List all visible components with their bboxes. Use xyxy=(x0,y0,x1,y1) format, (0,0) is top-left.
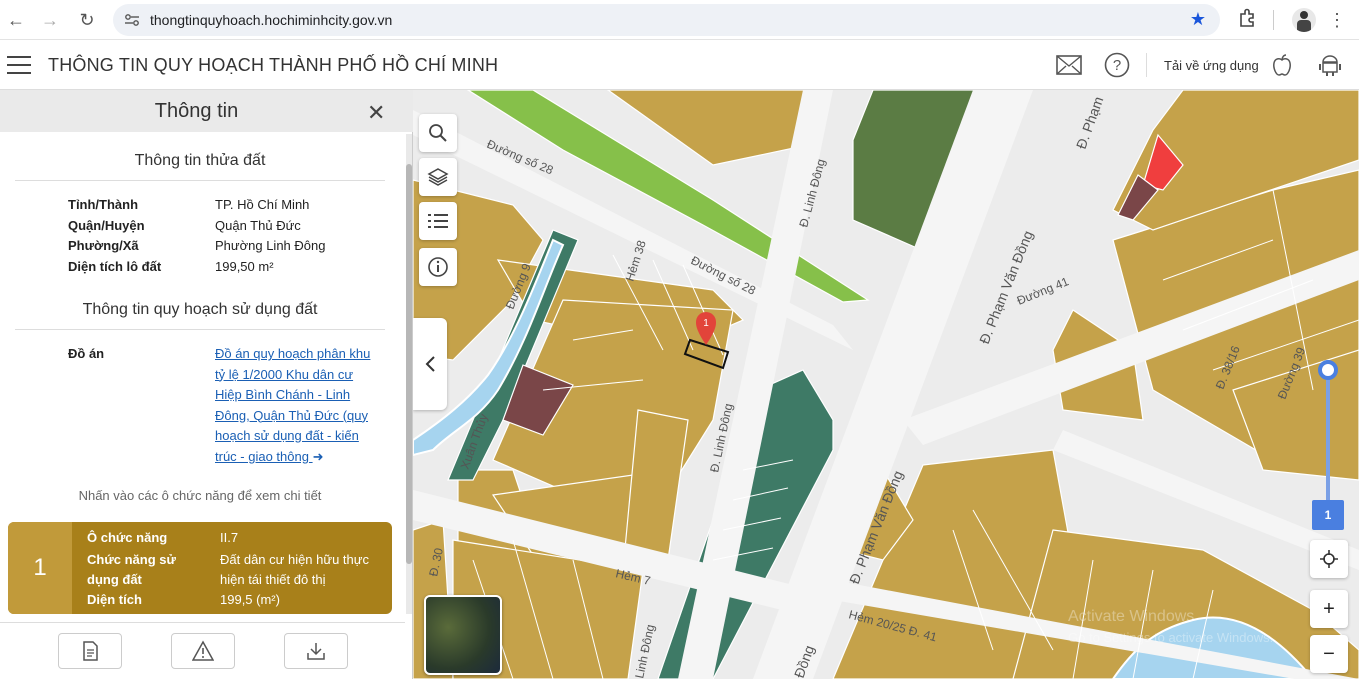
document-icon[interactable] xyxy=(58,633,122,669)
zoom-slider-track[interactable] xyxy=(1326,372,1330,502)
parcel-key: Quận/Huyện xyxy=(68,218,145,233)
arrow-right-icon: ➜ xyxy=(312,448,324,464)
list-icon[interactable] xyxy=(419,202,457,240)
planning-map[interactable]: 1 Đường số 28 Đường số 28 Hẻm 38 Đ. Linh… xyxy=(413,90,1359,679)
plan-key: Đồ án xyxy=(68,346,105,361)
panel-header: Thông tin ✕ xyxy=(0,90,413,132)
function-cell-card[interactable]: 1 Ô chức năng II.7 Chức năng sử dụng đất… xyxy=(8,522,392,614)
card-value: 199,5 (m²) xyxy=(220,592,280,607)
card-key: Ô chức năng xyxy=(87,530,168,545)
download-app-label: Tải về ứng dụng xyxy=(1164,58,1259,73)
info-icon[interactable] xyxy=(419,248,457,286)
close-icon[interactable]: ✕ xyxy=(367,100,385,126)
marker-label: 1 xyxy=(703,318,709,329)
card-key: Chức năng sử dụng đất xyxy=(87,552,176,587)
info-panel: Thông tin ✕ Thông tin thửa đất Tỉnh/Thàn… xyxy=(0,90,413,679)
extensions-icon[interactable] xyxy=(1236,7,1258,29)
plan-section-title: Thông tin quy hoạch sử dụng đất xyxy=(15,301,385,330)
collapse-panel-button[interactable] xyxy=(413,318,447,410)
parcel-value: Quận Thủ Đức xyxy=(215,218,301,233)
help-icon[interactable]: ? xyxy=(1103,51,1131,79)
activate-windows-title: Activate Windows xyxy=(1068,608,1195,625)
site-settings-icon[interactable] xyxy=(124,13,140,27)
browser-menu-icon[interactable]: ⋮ xyxy=(1325,8,1349,32)
search-icon[interactable] xyxy=(419,114,457,152)
parcel-key: Diện tích lô đất xyxy=(68,259,162,274)
parcel-value: TP. Hồ Chí Minh xyxy=(215,197,310,212)
address-bar[interactable]: thongtinquyhoach.hochiminhcity.gov.vn ★ xyxy=(113,4,1220,36)
parcel-key: Tỉnh/Thành xyxy=(68,197,139,212)
parcel-value: 199,50 m² xyxy=(215,259,274,274)
zoom-out-button[interactable]: − xyxy=(1310,635,1348,673)
panel-footer xyxy=(0,622,405,679)
map-canvas[interactable]: 1 Đường số 28 Đường số 28 Hẻm 38 Đ. Linh… xyxy=(413,90,1359,679)
chevron-left-icon xyxy=(425,356,435,372)
parcel-section-title: Thông tin thửa đất xyxy=(15,152,385,181)
bookmark-star-icon[interactable]: ★ xyxy=(1190,9,1206,30)
panel-scrollbar[interactable] xyxy=(406,134,412,614)
app-header: THÔNG TIN QUY HOẠCH THÀNH PHỐ HỒ CHÍ MIN… xyxy=(0,41,1359,90)
parcel-value: Phường Linh Đông xyxy=(215,238,326,253)
android-icon[interactable] xyxy=(1316,51,1344,79)
card-key: Diện tích xyxy=(87,592,142,607)
reload-icon[interactable]: ↻ xyxy=(75,8,99,32)
hint-text: Nhấn vào các ô chức năng để xem chi tiết xyxy=(78,488,322,503)
parcel-key: Phường/Xã xyxy=(68,238,139,253)
profile-avatar[interactable] xyxy=(1292,8,1316,32)
download-icon[interactable] xyxy=(284,633,348,669)
page-title: THÔNG TIN QUY HOẠCH THÀNH PHỐ HỒ CHÍ MIN… xyxy=(48,55,499,75)
url-text[interactable]: thongtinquyhoach.hochiminhcity.gov.vn xyxy=(150,12,392,28)
satellite-minimap[interactable] xyxy=(424,595,502,675)
activate-windows-subtitle: Go to Settings to activate Windows. xyxy=(1068,630,1274,645)
locate-icon[interactable] xyxy=(1310,540,1348,578)
header-divider xyxy=(1146,53,1147,77)
apple-icon[interactable] xyxy=(1268,51,1296,79)
warning-icon[interactable] xyxy=(171,633,235,669)
toolbar-divider xyxy=(1273,10,1274,30)
back-icon[interactable]: ← xyxy=(4,8,28,32)
layers-icon[interactable] xyxy=(419,158,457,196)
card-number: 1 xyxy=(8,522,72,614)
forward-icon[interactable]: → xyxy=(38,8,62,32)
browser-toolbar: ← → ↻ thongtinquyhoach.hochiminhcity.gov… xyxy=(0,0,1359,40)
svg-text:?: ? xyxy=(1113,57,1121,74)
card-value: II.7 xyxy=(220,530,239,545)
plan-link[interactable]: Đồ án quy hoạch phân khu tỷ lệ 1/2000 Kh… xyxy=(215,344,375,467)
card-value: Đất dân cư hiện hữu thực hiện tái thiết … xyxy=(220,552,369,587)
panel-title: Thông tin xyxy=(154,100,239,122)
mail-icon[interactable] xyxy=(1055,51,1083,79)
zoom-slider-handle[interactable] xyxy=(1318,360,1338,380)
zoom-in-button[interactable]: + xyxy=(1310,590,1348,628)
hamburger-menu-icon[interactable] xyxy=(7,56,31,74)
zoom-level-badge: 1 xyxy=(1312,500,1344,530)
